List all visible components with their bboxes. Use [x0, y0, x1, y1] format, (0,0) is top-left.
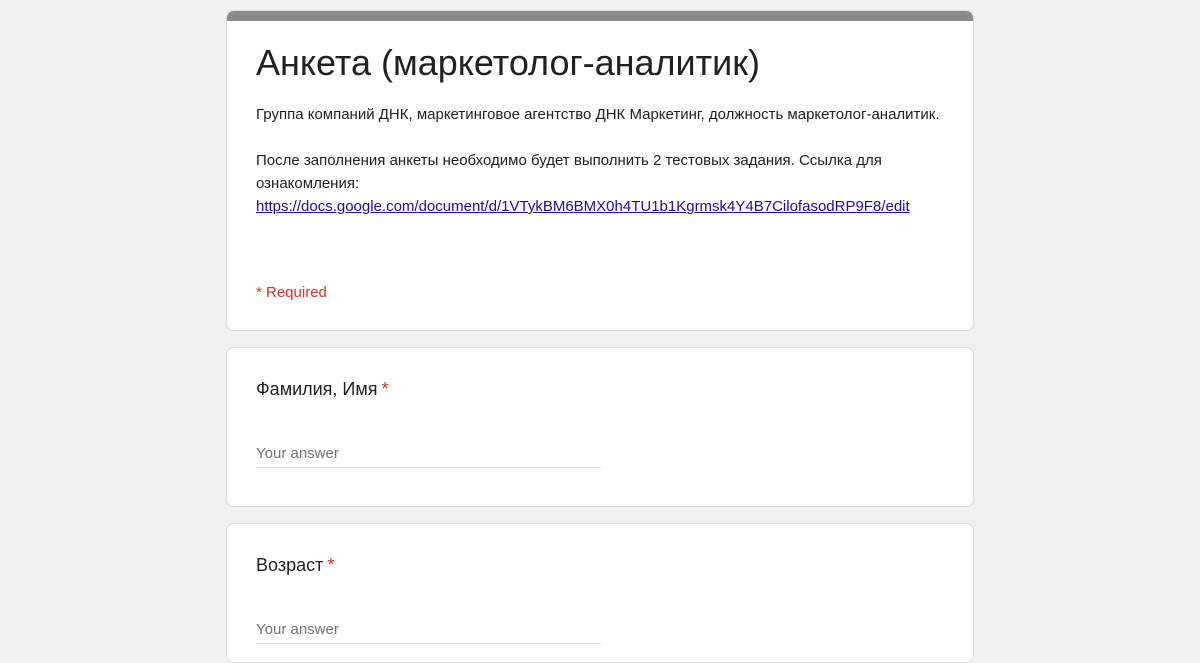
form-header-card: Анкета (маркетолог-аналитик) Группа комп… [226, 10, 974, 331]
description-paragraph: Группа компаний ДНК, маркетинговое агент… [256, 106, 940, 123]
question-title: Возраст * [256, 553, 334, 577]
form-description: Группа компаний ДНК, маркетинговое агент… [256, 103, 946, 218]
question-label: Возраст [256, 555, 324, 575]
question-card: Фамилия, Имя * [226, 347, 974, 507]
question-title: Фамилия, Имя * [256, 377, 389, 401]
form-title: Анкета (маркетолог-аналитик) [256, 42, 760, 83]
question-label: Фамилия, Имя [256, 379, 378, 399]
header-accent-bar [227, 11, 973, 21]
document-link[interactable]: https://docs.google.com/document/d/1VTyk… [256, 198, 910, 215]
question-card: Возраст * [226, 523, 974, 663]
description-paragraph: После заполнения анкеты необходимо будет… [256, 149, 946, 218]
description-text: После заполнения анкеты необходимо будет… [256, 152, 882, 192]
required-asterisk: * [327, 555, 335, 575]
required-note: * Required [256, 284, 327, 301]
name-answer-input[interactable] [256, 440, 601, 468]
age-answer-input[interactable] [256, 616, 601, 644]
required-asterisk: * [381, 379, 389, 399]
